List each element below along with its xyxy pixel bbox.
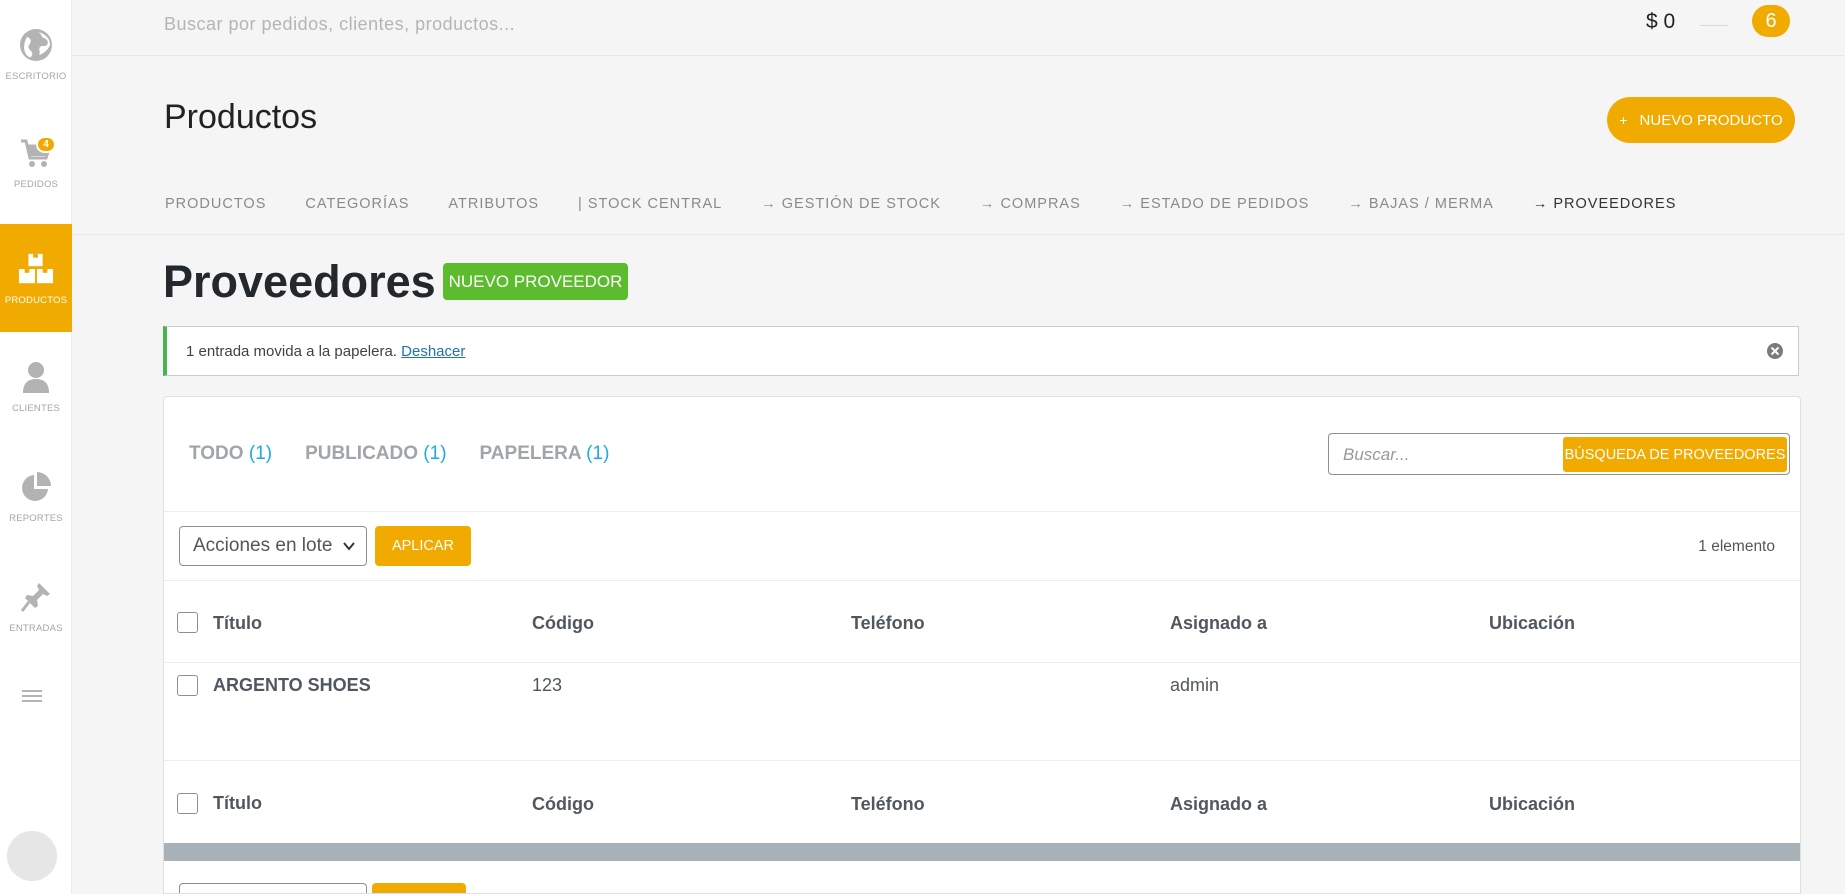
view-trash[interactable]: PAPELERA (1) (480, 443, 610, 465)
page-title: Productos (164, 98, 318, 136)
orders-badge: 4 (36, 135, 56, 153)
undo-link[interactable]: Deshacer (401, 343, 465, 360)
row-code: 123 (532, 675, 563, 695)
bulk-actions-value: Acciones en lote (193, 535, 333, 556)
row-assigned-link[interactable]: admin (1170, 675, 1219, 696)
tab-compras[interactable]: → COMPRAS (980, 196, 1081, 218)
cart-total: $ 0 (1646, 10, 1676, 33)
subnav: PRODUCTOS CATEGORÍAS ATRIBUTOS | STOCK C… (165, 196, 1715, 218)
column-footer-code[interactable]: Código (532, 794, 594, 815)
view-published[interactable]: PUBLICADO (1) (305, 443, 446, 465)
view-label: PUBLICADO (305, 443, 419, 464)
pie-chart-icon (18, 469, 54, 505)
global-search-input[interactable] (164, 12, 1064, 36)
sidebar-item-label: Entradas (9, 622, 63, 634)
sidebar-item-entradas[interactable]: Entradas (0, 552, 72, 660)
view-label: PAPELERA (479, 443, 581, 464)
divider (72, 234, 1845, 235)
section-title: Proveedores (163, 256, 436, 307)
select-all-checkbox[interactable] (177, 612, 198, 633)
notification-count-badge[interactable]: 6 (1752, 5, 1790, 37)
column-header-title[interactable]: Título (213, 613, 262, 634)
column-header-code[interactable]: Código (532, 613, 594, 634)
sidebar-item-pedidos[interactable]: 4 Pedidos (0, 108, 72, 216)
sidebar-item-label: Clientes (11, 402, 61, 414)
sidebar-item-clientes[interactable]: Clientes (0, 332, 72, 440)
view-all[interactable]: TODO (1) (189, 443, 272, 465)
column-header-location[interactable]: Ubicación (1489, 613, 1575, 634)
sidebar: Escritorio 4 Pedidos Productos Clientes … (0, 0, 72, 894)
pin-icon (18, 579, 54, 615)
notice-text: 1 entrada movida a la papelera. Deshacer (186, 343, 465, 360)
sidebar-item-label: Pedidos (13, 178, 59, 190)
sidebar-item-productos[interactable]: Productos (0, 224, 72, 332)
row-title-link[interactable]: ARGENTO SHOES (213, 675, 371, 696)
tab-proveedores[interactable]: → PROVEEDORES (1533, 196, 1677, 218)
view-count: (1) (248, 443, 273, 464)
tab-categorias[interactable]: CATEGORÍAS (305, 196, 409, 218)
bulk-actions-select[interactable]: Acciones en lote (179, 526, 367, 566)
sidebar-item-label: Reportes (9, 512, 63, 524)
tab-bajas-merma[interactable]: → BAJAS / MERMA (1348, 196, 1494, 218)
new-product-button[interactable]: + NUEVO PRODUCTO (1607, 97, 1795, 143)
sidebar-item-label: Escritorio (5, 70, 67, 82)
supplier-search: BÚSQUEDA DE PROVEEDORES (1328, 433, 1790, 475)
divider (164, 511, 1800, 512)
hamburger-menu-icon[interactable] (22, 690, 42, 706)
table-footer-band (164, 843, 1800, 861)
globe-icon (18, 27, 54, 63)
row-checkbox[interactable] (177, 675, 198, 696)
column-footer-title[interactable]: Título (213, 793, 262, 814)
tab-atributos[interactable]: ATRIBUTOS (448, 196, 539, 218)
boxes-icon (18, 251, 54, 287)
item-count: 1 elemento (1698, 538, 1775, 555)
notice-banner: 1 entrada movida a la papelera. Deshacer (163, 326, 1799, 376)
bulk-actions-select-bottom[interactable] (179, 883, 367, 893)
cart-icon: 4 (18, 135, 56, 171)
topbar: $ 0 6 (72, 0, 1845, 56)
column-header-phone[interactable]: Teléfono (851, 613, 925, 634)
tab-estado-pedidos[interactable]: → ESTADO DE PEDIDOS (1120, 196, 1310, 218)
sidebar-item-label: Productos (4, 294, 68, 306)
view-count: (1) (423, 443, 447, 464)
tab-gestion-stock[interactable]: → GESTIÓN DE STOCK (761, 196, 941, 218)
column-footer-assigned[interactable]: Asignado a (1170, 794, 1267, 815)
plus-icon: + (1619, 112, 1628, 128)
tab-productos[interactable]: PRODUCTOS (165, 196, 266, 218)
divider (164, 662, 1800, 663)
user-icon (18, 359, 54, 395)
supplier-search-input[interactable] (1343, 443, 1553, 467)
divider (164, 580, 1800, 581)
tab-stock-central[interactable]: | STOCK CENTRAL (578, 196, 722, 218)
apply-button[interactable]: APLICAR (375, 526, 471, 566)
new-supplier-button[interactable]: NUEVO PROVEEDOR (443, 263, 628, 300)
column-footer-location[interactable]: Ubicación (1489, 794, 1575, 815)
column-header-assigned[interactable]: Asignado a (1170, 613, 1267, 634)
supplier-search-button[interactable]: BÚSQUEDA DE PROVEEDORES (1563, 437, 1787, 472)
column-footer-phone[interactable]: Teléfono (851, 794, 925, 815)
sidebar-item-reportes[interactable]: Reportes (0, 442, 72, 550)
select-all-checkbox-footer[interactable] (177, 793, 198, 814)
close-icon[interactable] (1766, 342, 1784, 360)
notice-message: 1 entrada movida a la papelera. (186, 343, 397, 360)
chevron-down-icon (343, 542, 355, 551)
divider (164, 760, 1800, 761)
avatar[interactable] (7, 831, 57, 881)
suppliers-panel: TODO (1) PUBLICADO (1) PAPELERA (1) BÚSQ… (163, 396, 1801, 894)
view-filters: TODO (1) PUBLICADO (1) PAPELERA (1) (189, 443, 642, 465)
new-product-label: NUEVO PRODUCTO (1639, 111, 1783, 129)
view-count: (1) (586, 443, 610, 464)
divider (1700, 25, 1728, 26)
apply-button-bottom[interactable] (372, 883, 466, 893)
view-label: TODO (189, 443, 244, 464)
sidebar-item-escritorio[interactable]: Escritorio (0, 0, 72, 108)
